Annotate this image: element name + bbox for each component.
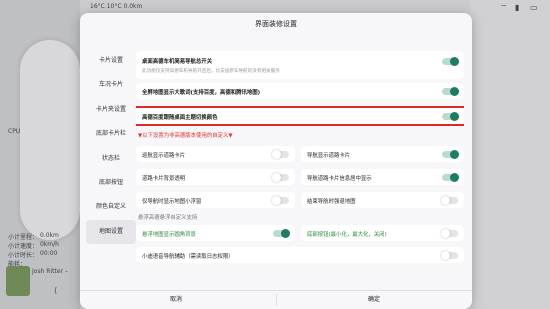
highlight-box	[136, 106, 464, 126]
setting-row-voice-nav-assist: 小迪语音导航辅助（需读取日志权限）	[136, 247, 464, 263]
dialog-footer: 取消 确定	[80, 290, 472, 309]
amap-master-toggle[interactable]	[442, 57, 459, 66]
cancel-button[interactable]: 取消	[86, 291, 266, 309]
setting-label: 道路卡片背景透明	[142, 176, 186, 182]
sidebar-item-bottom-card-bar[interactable]: 底部卡片栏	[86, 122, 136, 146]
footer-divider	[276, 294, 277, 306]
setting-label: 全屏地图显示大歌词(支持百度，高德和腾讯地图)	[142, 90, 261, 96]
road-card-center-toggle[interactable]	[442, 173, 459, 182]
nav-road-card-toggle[interactable]	[442, 150, 459, 159]
setting-row-cruise-road-card: 巡航显示道路卡片	[136, 146, 295, 162]
setting-label: 仅导航时显示地图小浮窗	[142, 199, 202, 205]
settings-sidebar: 卡片设置 车况卡片 卡片夹设置 底部卡片栏 状态栏 底部按钮 颜色自定义 地图设…	[86, 49, 136, 244]
road-card-transparent-toggle[interactable]	[272, 173, 289, 182]
sidebar-item-card-settings[interactable]: 卡片设置	[86, 49, 136, 73]
settings-dialog: 界面装修设置 卡片设置 车况卡片 卡片夹设置 底部卡片栏 状态栏 底部按钮 颜色…	[80, 13, 472, 309]
sidebar-item-custom-colors[interactable]: 颜色自定义	[86, 195, 136, 219]
setting-row-road-card-transparent: 道路卡片背景透明	[136, 169, 295, 185]
setting-row-road-card-center: 导航道路卡片信息居中显示	[301, 169, 464, 185]
cruise-road-card-toggle[interactable]	[272, 150, 289, 159]
sidebar-item-card-folder[interactable]: 卡片夹设置	[86, 98, 136, 122]
sidebar-item-map-settings[interactable]: 地图设置	[86, 219, 136, 244]
confirm-button[interactable]: 确定	[284, 291, 464, 309]
setting-label: 底部按钮(最小化，最大化，关闭)	[307, 232, 387, 238]
setting-label: 结束导航时强退地图	[307, 199, 356, 205]
setting-label: 巡航显示道路卡片	[142, 153, 186, 159]
sidebar-item-bottom-buttons[interactable]: 底部按钮	[86, 171, 136, 195]
voice-nav-assist-toggle[interactable]	[441, 251, 458, 260]
setting-row-floating-bottom-buttons: 底部按钮(最小化，最大化，关闭)	[301, 225, 464, 241]
floating-bottom-buttons-toggle[interactable]	[441, 229, 458, 238]
custom-settings-note: ▼以下设置为非高德版本使用的自定义▼	[138, 133, 233, 139]
setting-row-force-quit-map: 结束导航时强退地图	[301, 192, 464, 208]
setting-row-nav-mini-window: 仅导航时显示地图小浮窗	[136, 192, 295, 208]
dialog-title: 界面装修设置	[255, 20, 297, 28]
force-quit-map-toggle[interactable]	[441, 196, 458, 205]
settings-content: 桌面高德车机简易导航总开关 此功能仅支持高德车机导航开启后，比安迪原车导航的没有…	[136, 49, 464, 295]
setting-row-floating-rounded-bg: 悬浮地图显示圆角背景	[136, 225, 295, 241]
sidebar-item-vehicle-card[interactable]: 车况卡片	[86, 73, 136, 97]
floating-rounded-bg-toggle[interactable]	[273, 229, 290, 238]
setting-row-fullscreen-lyrics: 全屏地图显示大歌词(支持百度，高德和腾讯地图)	[136, 83, 464, 99]
setting-label: 导航显示道路卡片	[307, 153, 351, 159]
setting-label: 小迪语音导航辅助（需读取日志权限）	[142, 254, 234, 260]
sidebar-item-status-bar[interactable]: 状态栏	[86, 147, 136, 171]
floating-section-title: 悬浮高德悬浮自定义支持	[138, 215, 198, 221]
nav-mini-window-toggle[interactable]	[272, 196, 289, 205]
setting-row-amap-master: 桌面高德车机简易导航总开关 此功能仅支持高德车机导航开启后，比安迪原车导航的没有…	[136, 51, 464, 79]
setting-label: 桌面高德车机简易导航总开关	[142, 59, 213, 65]
setting-label: 导航道路卡片信息居中显示	[307, 176, 372, 182]
setting-row-nav-road-card: 导航显示道路卡片	[301, 146, 464, 162]
setting-label: 悬浮地图显示圆角背景	[142, 232, 196, 238]
setting-description: 此功能仅支持高德车机导航开启后，比安迪原车导航的没有相关服务	[142, 69, 280, 74]
fullscreen-lyrics-toggle[interactable]	[442, 87, 459, 96]
